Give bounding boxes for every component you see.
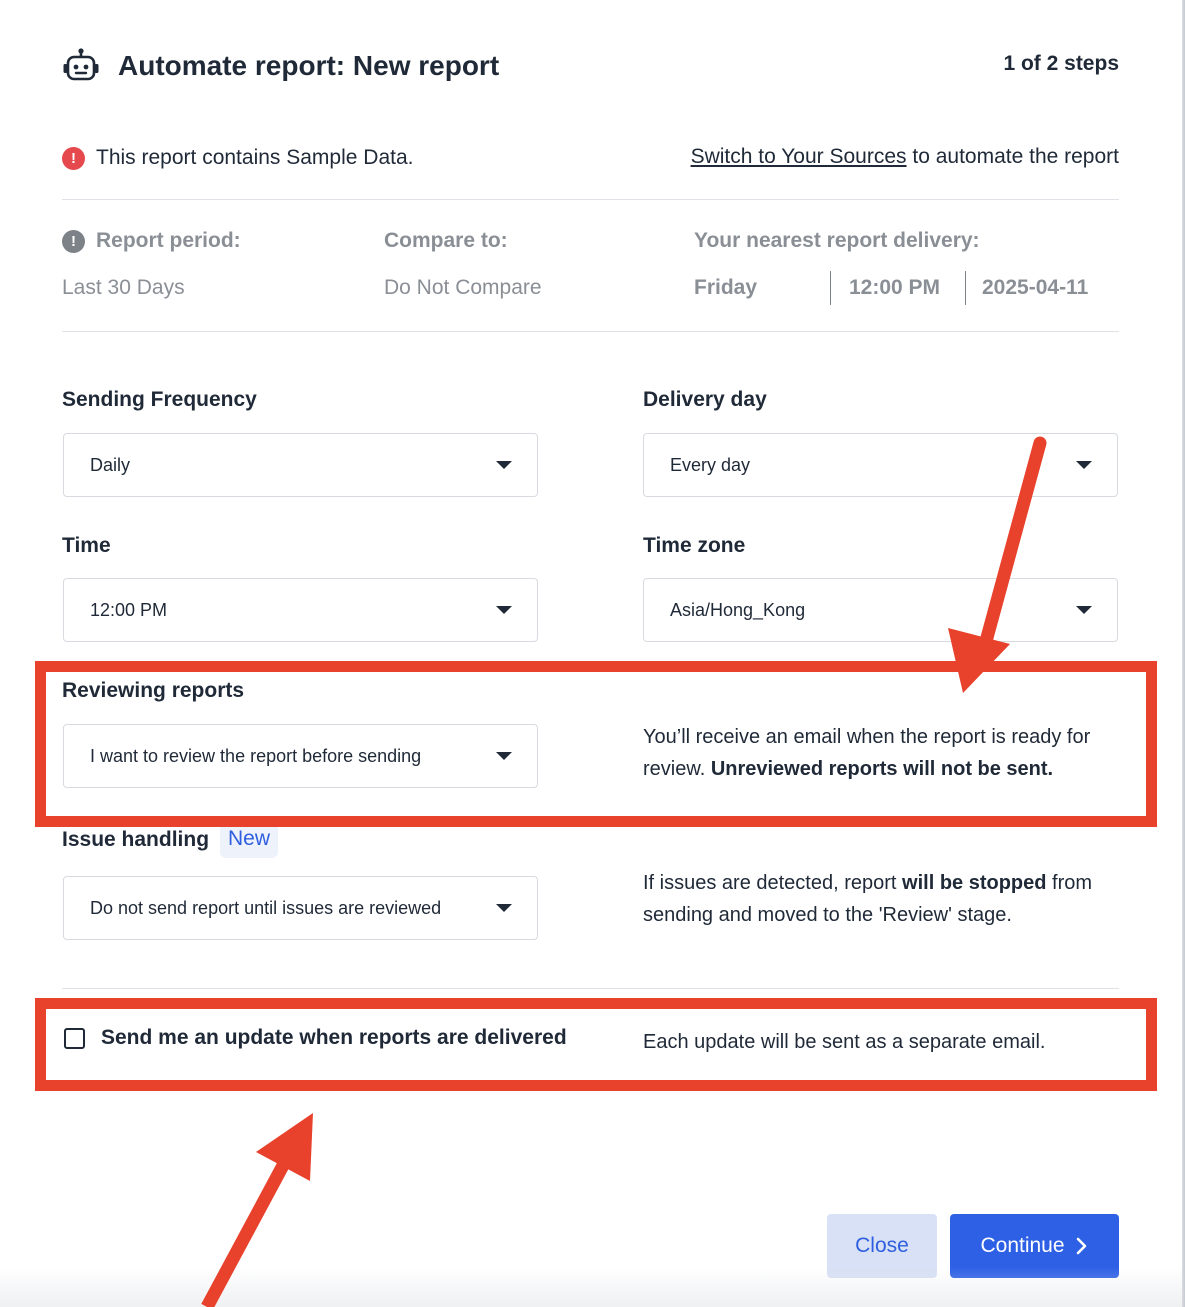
report-period-label-text: Report period: xyxy=(96,229,241,252)
time-select[interactable]: 12:00 PM xyxy=(63,578,538,642)
issue-label: Issue handling xyxy=(62,828,210,851)
switch-sources-suffix: to automate the report xyxy=(906,145,1119,168)
delivery-label: Your nearest report delivery: xyxy=(694,229,980,252)
time-value: 12:00 PM xyxy=(90,599,168,620)
report-period-label: ! Report period: xyxy=(62,229,241,253)
modal-header: Automate report: New report 1 of 2 steps xyxy=(62,44,1119,88)
alert-icon: ! xyxy=(62,146,85,170)
divider xyxy=(62,199,1119,200)
timezone-label: Time zone xyxy=(643,534,746,557)
sample-data-text: This report contains Sample Data. xyxy=(96,146,414,169)
sample-data-notice: ! This report contains Sample Data. Swit… xyxy=(62,142,1119,174)
bottom-fade xyxy=(0,1267,1182,1307)
delivery-day-label: Delivery day xyxy=(643,388,767,411)
continue-button-label: Continue xyxy=(980,1234,1065,1257)
caret-down-icon xyxy=(1076,461,1092,469)
compare-label: Compare to: xyxy=(384,229,508,252)
issue-select[interactable]: Do not send report until issues are revi… xyxy=(63,876,538,940)
delivery-day-value: Every day xyxy=(670,454,751,475)
issue-help: If issues are detected, report will be s… xyxy=(643,867,1113,931)
separator xyxy=(830,271,831,305)
delivery-time: 12:00 PM xyxy=(849,276,941,299)
divider xyxy=(62,988,1119,989)
switch-to-your-sources-link[interactable]: Switch to Your Sources xyxy=(691,145,907,168)
step-indicator: 1 of 2 steps xyxy=(1003,52,1119,75)
delivery-day: Friday xyxy=(694,276,758,299)
switch-sources-wrap: Switch to Your Sources to automate the r… xyxy=(691,145,1119,169)
frequency-select[interactable]: Daily xyxy=(63,433,538,497)
frequency-label: Sending Frequency xyxy=(62,388,257,411)
automate-report-modal: Automate report: New report 1 of 2 steps… xyxy=(0,0,1182,1307)
compare-value: Do Not Compare xyxy=(384,276,542,299)
caret-down-icon xyxy=(496,904,512,912)
report-period-value: Last 30 Days xyxy=(62,276,185,299)
separator xyxy=(965,271,966,305)
caret-down-icon xyxy=(496,606,512,614)
delivery-day-select[interactable]: Every day xyxy=(643,433,1118,497)
chevron-right-icon xyxy=(1076,1237,1086,1255)
annotation-box-reviewing xyxy=(35,661,1157,827)
info-icon: ! xyxy=(62,229,85,253)
timezone-select[interactable]: Asia/Hong_Kong xyxy=(643,578,1118,642)
time-label: Time xyxy=(62,534,111,557)
page-title: Automate report: New report xyxy=(118,50,500,81)
close-button-label: Close xyxy=(855,1234,909,1257)
frequency-value: Daily xyxy=(90,454,131,475)
timezone-value: Asia/Hong_Kong xyxy=(670,599,806,620)
issue-help-plain: If issues are detected, report xyxy=(643,872,903,894)
caret-down-icon xyxy=(496,461,512,469)
caret-down-icon xyxy=(1076,606,1092,614)
divider xyxy=(62,331,1119,332)
robot-icon xyxy=(63,48,99,81)
issue-help-bold: will be stopped xyxy=(902,872,1047,894)
delivery-date: 2025-04-11 xyxy=(982,276,1089,299)
annotation-box-update xyxy=(35,998,1157,1091)
issue-value: Do not send report until issues are revi… xyxy=(90,897,442,918)
